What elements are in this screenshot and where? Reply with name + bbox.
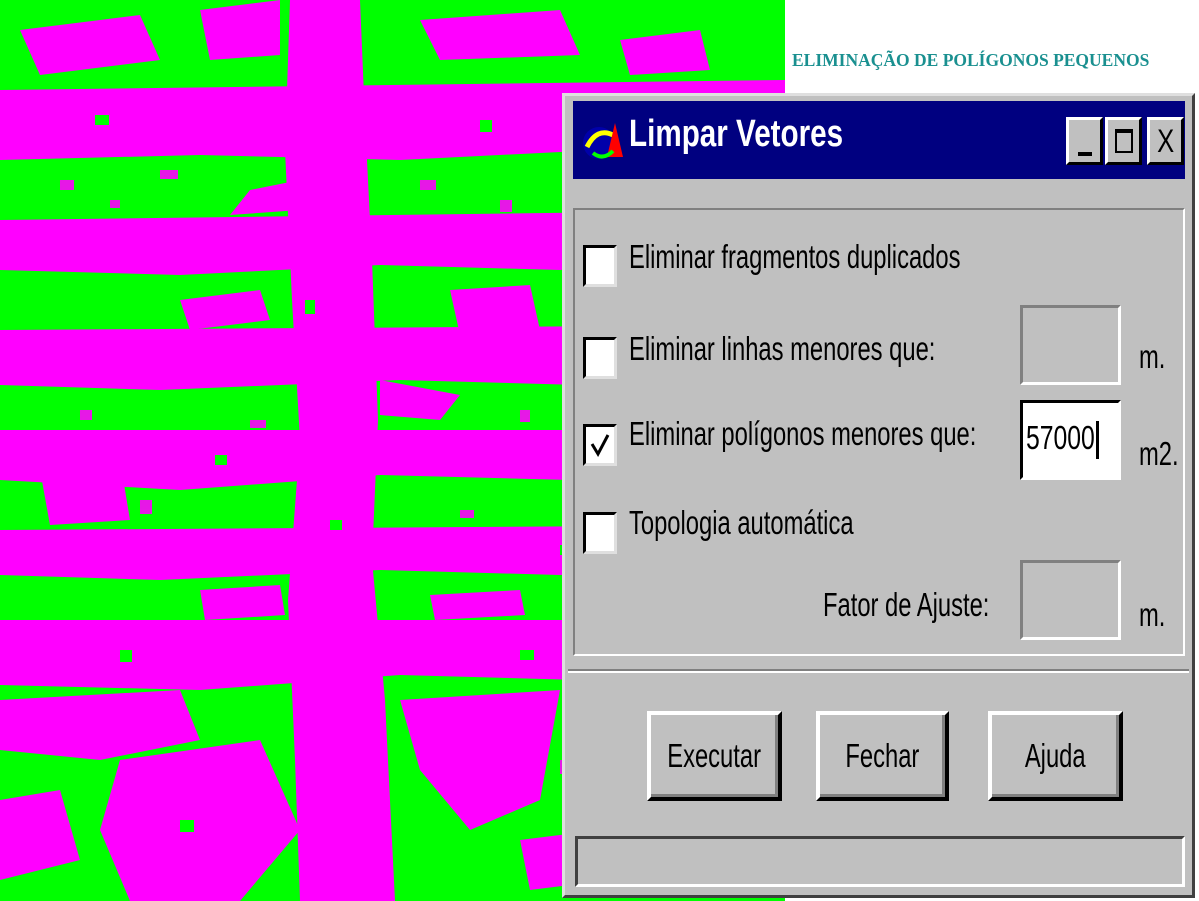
close-icon: X [1156,122,1175,159]
page-heading: ELIMINAÇÃO DE POLÍGONOS PEQUENOS [792,50,1150,70]
options-panel: Eliminar fragmentos duplicados Eliminar … [573,208,1185,656]
label-eliminar-poligonos: Eliminar polígonos menores que: [629,415,977,452]
checkbox-eliminar-linhas[interactable] [583,337,617,379]
minimize-button[interactable] [1066,117,1103,165]
separator [568,669,1189,673]
close-dialog-button[interactable]: Fechar [816,711,949,801]
label-eliminar-fragmentos: Eliminar fragmentos duplicados [629,238,961,275]
checkbox-topologia-automatica[interactable] [583,512,617,554]
unit-linhas: m. [1139,338,1166,375]
dialog-titlebar[interactable]: Limpar Vetores X [573,101,1185,179]
close-button[interactable]: X [1147,117,1184,165]
checkbox-eliminar-poligonos[interactable] [583,424,617,466]
dialog-title: Limpar Vetores [629,113,844,155]
text-caret [1095,421,1099,460]
unit-poligonos: m2. [1139,435,1179,472]
help-button[interactable]: Ajuda [988,711,1123,801]
min-line-length-input[interactable] [1020,305,1121,385]
checkbox-eliminar-fragmentos[interactable] [583,245,617,287]
maximize-button[interactable] [1105,117,1142,165]
label-eliminar-linhas: Eliminar linhas menores que: [629,330,936,367]
maximize-icon [1114,129,1133,153]
status-bar [575,836,1185,887]
min-polygon-area-input[interactable]: 57000 [1020,400,1121,480]
app-logo-icon [583,123,623,159]
adjust-factor-input[interactable] [1020,560,1121,640]
label-topologia-automatica: Topologia automática [629,504,854,541]
checkmark-icon [590,434,610,458]
execute-button[interactable]: Executar [647,711,782,801]
unit-fator-ajuste: m. [1139,596,1166,633]
minimize-icon [1077,152,1092,156]
label-fator-ajuste: Fator de Ajuste: [823,586,990,623]
limpar-vetores-dialog: Limpar Vetores X Eliminar fragmentos dup… [562,93,1195,898]
